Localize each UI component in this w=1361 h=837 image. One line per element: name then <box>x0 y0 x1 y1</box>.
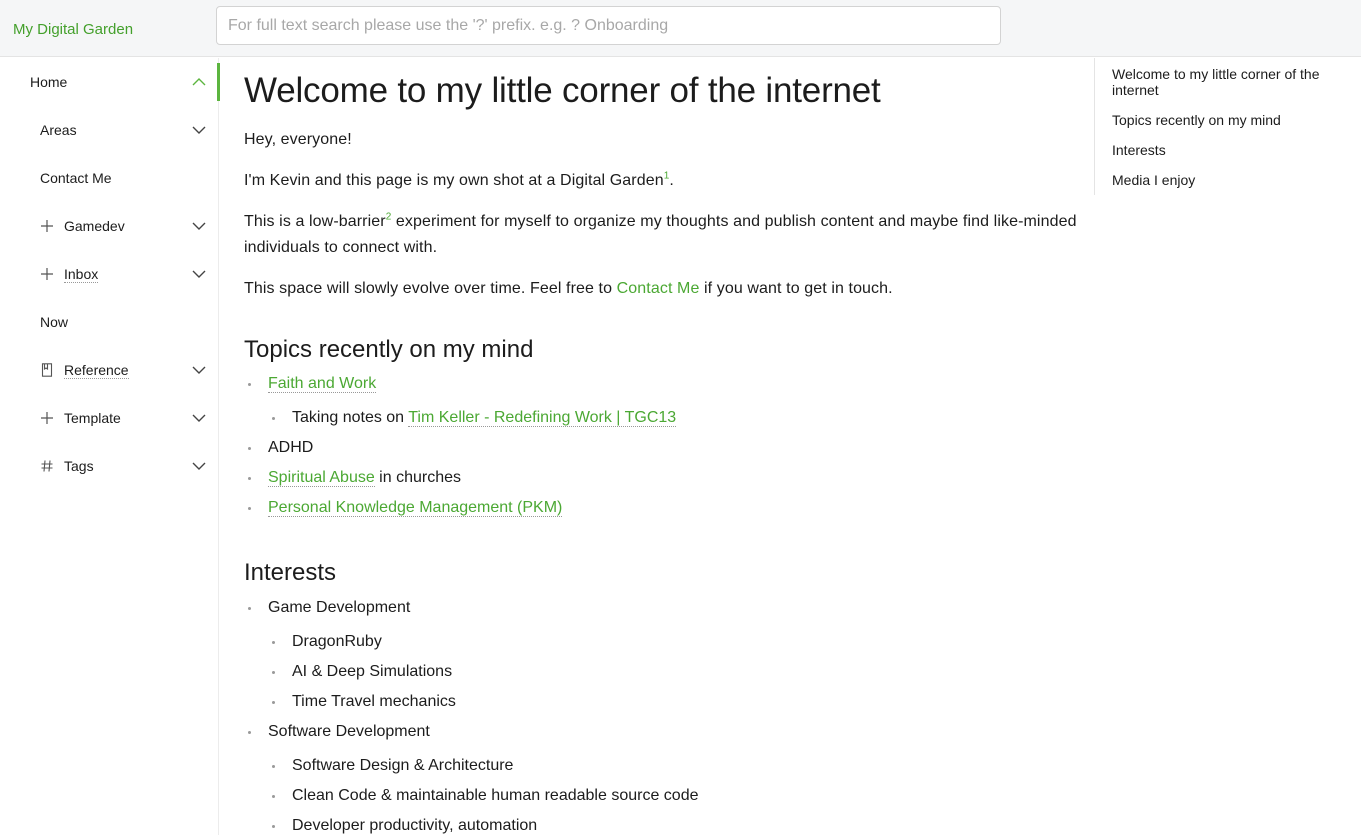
chevron-down-icon[interactable] <box>192 267 206 281</box>
topics-list: Faith and Work Taking notes on Tim Kelle… <box>244 373 1084 519</box>
list-item: Software Design & Architecture <box>244 755 1084 777</box>
chevron-down-icon[interactable] <box>192 363 206 377</box>
sidebar-item-tags[interactable]: Tags <box>0 446 218 486</box>
interests-list: Game Development DragonRuby AI & Deep Si… <box>244 597 1084 837</box>
list-item: AI & Deep Simulations <box>244 661 1084 683</box>
toc-item-media[interactable]: Media I enjoy <box>1112 172 1352 188</box>
contact-paragraph: This space will slowly evolve over time.… <box>244 276 1084 302</box>
topics-heading: Topics recently on my mind <box>244 335 534 363</box>
notes-prefix: Taking notes on <box>292 409 409 427</box>
chevron-down-icon[interactable] <box>192 411 206 425</box>
list-item: Spiritual Abuse in churches <box>244 467 1084 489</box>
bookmark-icon <box>40 363 54 377</box>
plus-icon <box>40 411 54 425</box>
list-item: DragonRuby <box>244 631 1084 653</box>
sidebar-item-now[interactable]: Now <box>0 302 218 342</box>
list-item: Developer productivity, automation <box>244 815 1084 837</box>
intro-greeting: Hey, everyone! <box>244 130 352 148</box>
list-item-text: DragonRuby <box>292 633 382 651</box>
experiment-paragraph: This is a low-barrier2 experiment for my… <box>244 209 1084 261</box>
main-content: Welcome to my little corner of the inter… <box>244 58 1084 837</box>
contact-text-a: This space will slowly evolve over time.… <box>244 279 617 297</box>
chevron-down-icon[interactable] <box>192 459 206 473</box>
sidebar-item-label: Template <box>64 410 121 426</box>
contact-me-link[interactable]: Contact Me <box>617 280 700 297</box>
site-title-link[interactable]: My Digital Garden <box>13 21 133 38</box>
sidebar-item-reference[interactable]: Reference <box>0 350 218 390</box>
list-item-text: AI & Deep Simulations <box>292 663 453 681</box>
top-bar: My Digital Garden <box>0 0 1361 57</box>
intro-text: I'm Kevin and this page is my own shot a… <box>244 171 664 189</box>
chevron-up-icon[interactable] <box>192 75 206 89</box>
sidebar-item-label: Contact Me <box>40 170 112 186</box>
sidebar-item-label: Home <box>30 74 68 90</box>
sidebar-item-contact-me[interactable]: Contact Me <box>0 158 218 198</box>
sidebar-item-label: Areas <box>40 122 77 138</box>
list-item-text: Software Development <box>268 723 430 741</box>
sidebar-item-label: Now <box>40 314 69 330</box>
faith-and-work-link[interactable]: Faith and Work <box>268 375 377 394</box>
chevron-down-icon[interactable] <box>192 219 206 233</box>
table-of-contents: Welcome to my little corner of the inter… <box>1094 58 1361 195</box>
abuse-suffix: in churches <box>374 469 461 487</box>
sidebar-item-areas[interactable]: Areas <box>0 110 218 150</box>
list-item: Time Travel mechanics <box>244 691 1084 713</box>
list-item-text: Software Design & Architecture <box>292 757 514 775</box>
list-item: ADHD <box>244 437 1084 459</box>
list-item: Clean Code & maintainable human readable… <box>244 785 1084 807</box>
list-item: Game Development <box>244 597 1084 619</box>
spiritual-abuse-link[interactable]: Spiritual Abuse <box>268 469 375 488</box>
intro-period: . <box>669 171 674 189</box>
toc-item-interests[interactable]: Interests <box>1112 142 1352 158</box>
chevron-down-icon[interactable] <box>192 123 206 137</box>
plus-icon <box>40 219 54 233</box>
adhd-text: ADHD <box>268 439 314 457</box>
sidebar-item-template[interactable]: Template <box>0 398 218 438</box>
experiment-text-a: This is a low-barrier <box>244 212 386 230</box>
sidebar-item-home[interactable]: Home <box>0 62 218 102</box>
tim-keller-link[interactable]: Tim Keller - Redefining Work | TGC13 <box>408 409 677 428</box>
sidebar-item-gamedev[interactable]: Gamedev <box>0 206 218 246</box>
sidebar-item-label: Gamedev <box>64 218 125 234</box>
list-item: Taking notes on Tim Keller - Redefining … <box>244 407 1084 429</box>
hash-icon <box>40 459 54 473</box>
sidebar-item-inbox[interactable]: Inbox <box>0 254 218 294</box>
list-item: Faith and Work <box>244 373 1084 395</box>
list-item: Personal Knowledge Management (PKM) <box>244 497 1084 519</box>
pkm-link[interactable]: Personal Knowledge Management (PKM) <box>268 499 563 518</box>
toc-item-topics[interactable]: Topics recently on my mind <box>1112 112 1352 128</box>
toc-item-welcome[interactable]: Welcome to my little corner of the inter… <box>1112 66 1352 98</box>
search-input[interactable] <box>216 6 1001 45</box>
sidebar-item-label: Tags <box>64 458 94 474</box>
sidebar-item-label: Reference <box>64 361 129 379</box>
list-item-text: Developer productivity, automation <box>292 817 538 835</box>
page-title: Welcome to my little corner of the inter… <box>244 71 881 110</box>
list-item-text: Game Development <box>268 599 411 617</box>
plus-icon <box>40 267 54 281</box>
list-item-text: Time Travel mechanics <box>292 693 456 711</box>
list-item-text: Clean Code & maintainable human readable… <box>292 787 699 805</box>
list-item: Software Development <box>244 721 1084 743</box>
intro-paragraph: I'm Kevin and this page is my own shot a… <box>244 168 1084 194</box>
interests-heading: Interests <box>244 559 337 587</box>
contact-text-b: if you want to get in touch. <box>699 279 893 297</box>
sidebar-item-label: Inbox <box>64 265 99 283</box>
